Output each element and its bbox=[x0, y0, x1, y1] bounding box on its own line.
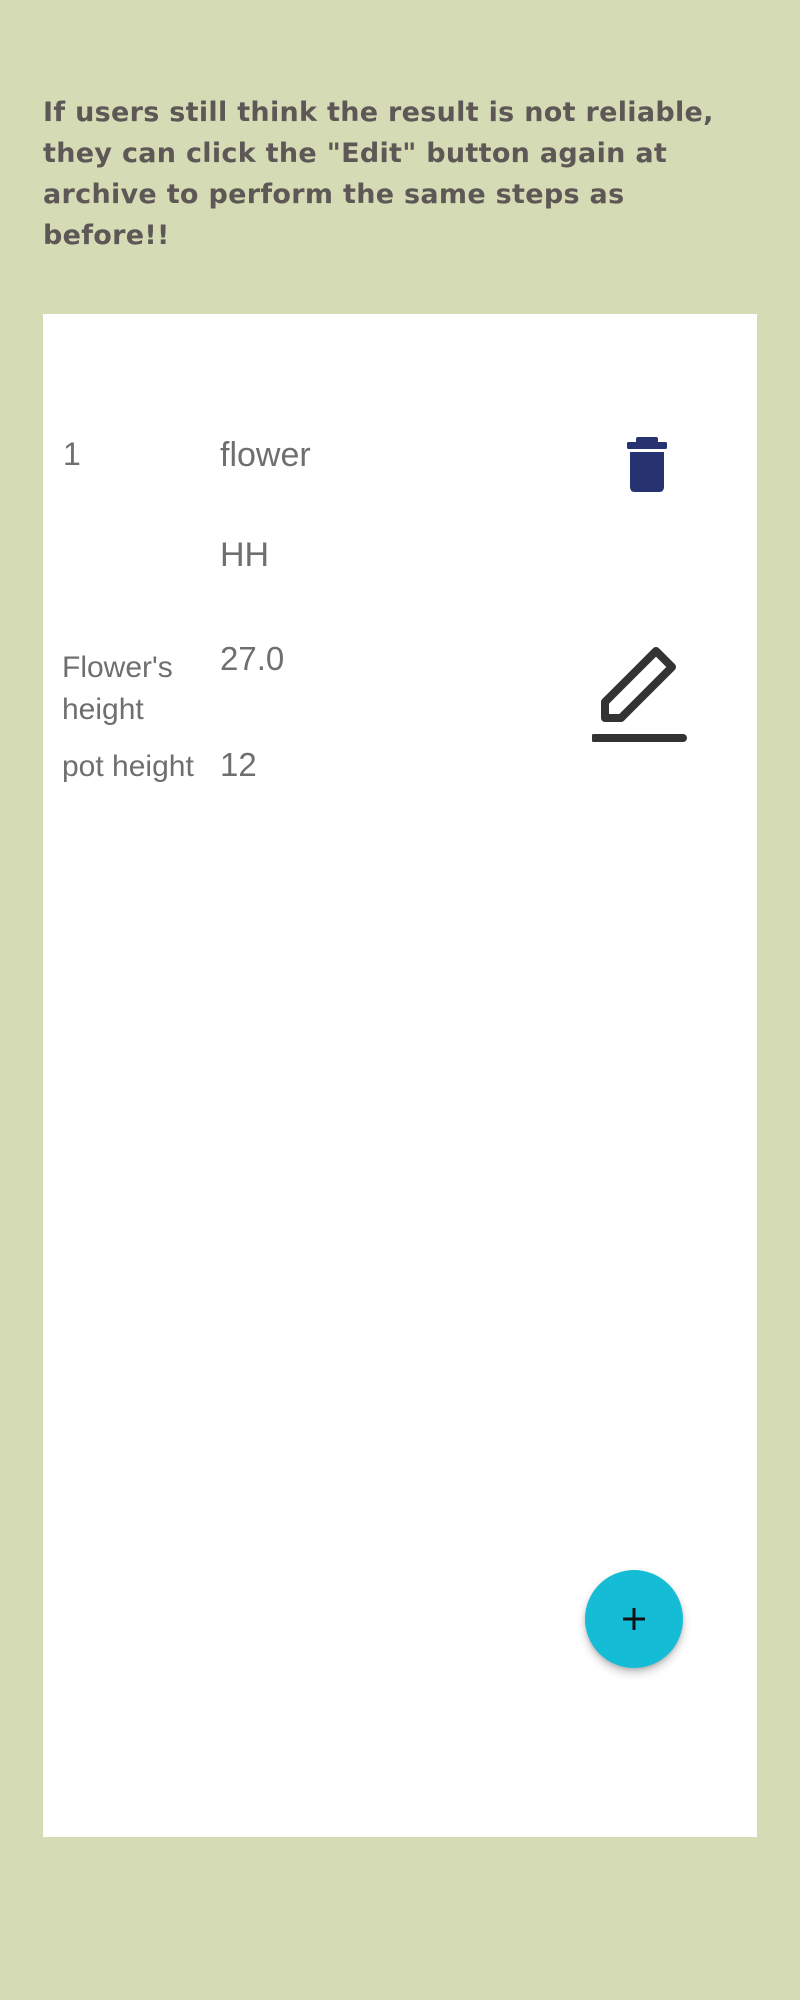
record-index: 1 bbox=[63, 436, 81, 472]
flower-height-label: Flower's height bbox=[62, 651, 173, 726]
record-name: flower bbox=[220, 436, 311, 474]
app-screen-panel: 1 flower HH Flower's height 27.0 pot hei… bbox=[43, 314, 757, 1837]
plus-icon bbox=[623, 1608, 645, 1630]
pot-height-value: 12 bbox=[220, 746, 257, 783]
delete-button[interactable] bbox=[624, 435, 670, 493]
trash-icon bbox=[627, 437, 667, 492]
add-button[interactable] bbox=[585, 1570, 683, 1668]
pencil-icon bbox=[590, 647, 687, 742]
flower-height-value: 27.0 bbox=[220, 640, 285, 677]
pot-height-label: pot height bbox=[62, 750, 194, 783]
instruction-caption: If users still think the result is not r… bbox=[43, 97, 714, 251]
edit-button[interactable] bbox=[590, 645, 692, 745]
record-code: HH bbox=[220, 536, 270, 574]
